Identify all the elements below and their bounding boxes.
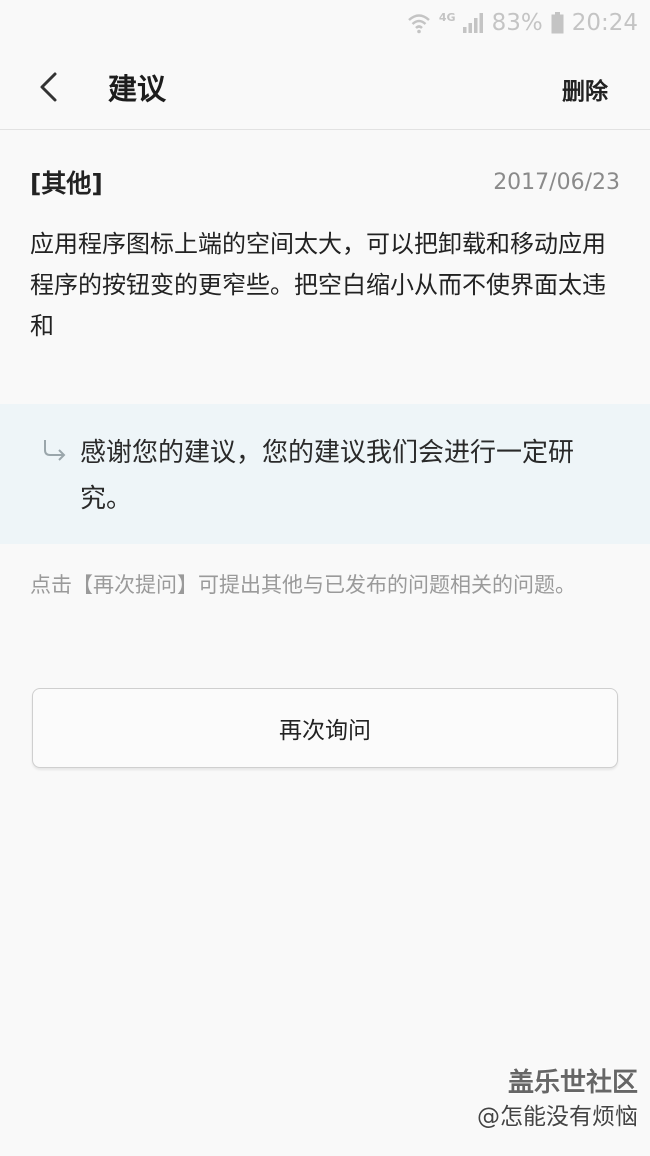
question-date: 2017/06/23 <box>493 170 620 195</box>
status-bar: 4G 83% 20:24 <box>0 0 650 46</box>
ask-again-label: 再次询问 <box>279 718 371 744</box>
watermark-user: @怎能没有烦恼 <box>477 1104 638 1130</box>
app-bar: 建议 删除 <box>0 46 650 130</box>
reply-text: 感谢您的建议，您的建议我们会进行一定研究。 <box>80 438 575 514</box>
reply-box: 感谢您的建议，您的建议我们会进行一定研究。 <box>0 404 650 544</box>
ask-again-button[interactable]: 再次询问 <box>32 688 618 768</box>
page-title: 建议 <box>108 72 167 106</box>
back-button[interactable] <box>26 64 72 110</box>
signal-icon <box>462 12 484 34</box>
wifi-icon <box>407 12 431 34</box>
reply-arrow-icon <box>42 438 68 468</box>
question-category: [其他] <box>30 169 103 198</box>
question-body: 应用程序图标上端的空间太大，可以把卸载和移动应用程序的按钮变的更窄些。把空白缩小… <box>30 230 606 340</box>
battery-icon <box>551 12 564 34</box>
watermark-title: 盖乐世社区 <box>507 1068 638 1098</box>
battery-percent: 83% <box>491 10 543 36</box>
watermark: 盖乐世社区 @怎能没有烦恼 <box>477 1066 638 1134</box>
delete-button[interactable]: 删除 <box>562 72 608 106</box>
network-type: 4G <box>438 10 456 24</box>
clock: 20:24 <box>571 10 638 36</box>
hint-text: 点击【再次提问】可提出其他与已发布的问题相关的问题。 <box>30 573 576 597</box>
back-arrow-icon <box>40 72 57 102</box>
